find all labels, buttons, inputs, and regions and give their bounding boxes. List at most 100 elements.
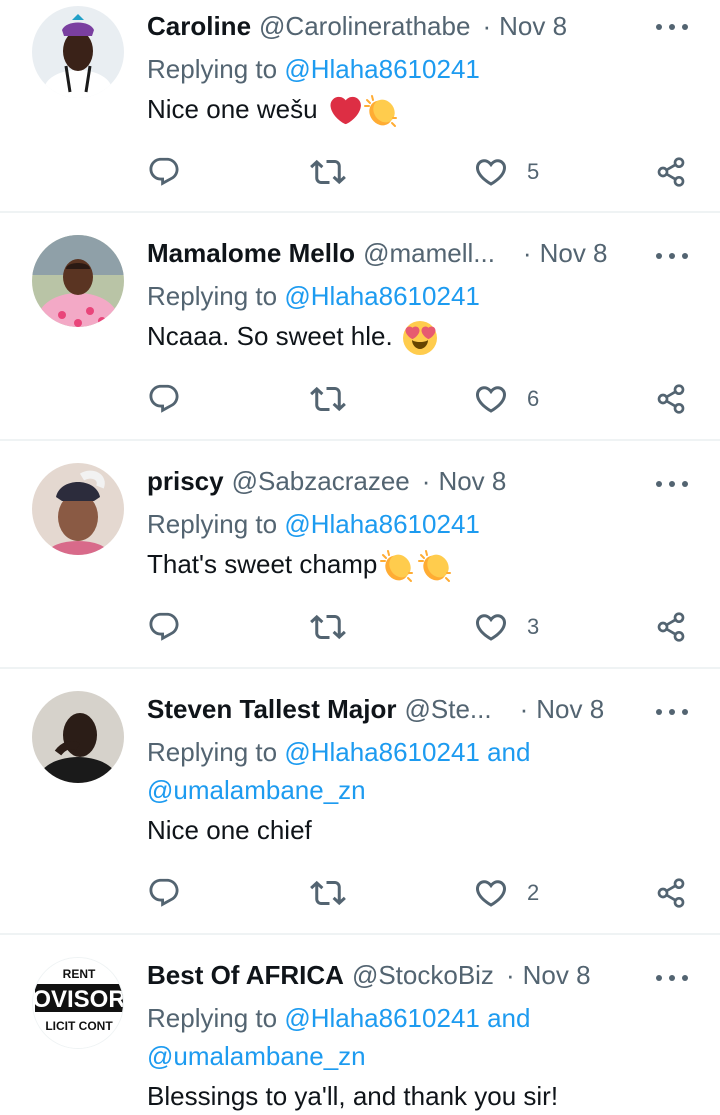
like-icon	[473, 609, 509, 645]
avatar[interactable]	[32, 6, 124, 98]
reply-icon	[147, 155, 181, 189]
mention-link[interactable]: @Hlaha8610241	[284, 509, 480, 539]
author-handle[interactable]: @Sabzacrazee	[232, 466, 410, 497]
clapping-hands-emoji	[379, 548, 415, 584]
share-button[interactable]	[655, 607, 687, 647]
retweet-icon	[310, 154, 346, 190]
separator-dot: ·	[482, 10, 492, 41]
tweet-date[interactable]: Nov 8	[536, 694, 604, 725]
tweet[interactable]: Mamalome Mello @mamell... · Nov 8 Replyi…	[0, 213, 720, 441]
author-name[interactable]: Mamalome Mello	[147, 238, 355, 269]
tweet-text-body: Ncaaa. So sweet hle.	[147, 321, 393, 351]
mention-link[interactable]: @umalambane_zn	[147, 1041, 366, 1071]
mention-link[interactable]: @Hlaha8610241	[284, 281, 480, 311]
author-handle[interactable]: @mamell...	[363, 238, 495, 269]
mention-link[interactable]: @Hlaha8610241	[284, 1003, 480, 1033]
author-handle[interactable]: @Carolinerathabe	[259, 11, 470, 42]
mention-link[interactable]: @Hlaha8610241	[284, 54, 480, 84]
like-button[interactable]: 3	[473, 607, 539, 647]
author-name[interactable]: Caroline	[147, 11, 251, 42]
mention-link[interactable]: @umalambane_zn	[147, 775, 366, 805]
tweet[interactable]: RENT OVISOR LICIT CONT Best Of AFRICA @S…	[0, 935, 720, 1114]
reply-icon	[147, 610, 181, 644]
replying-to: Replying to @Hlaha8610241 and @umalamban…	[147, 733, 720, 809]
reply-icon	[147, 382, 181, 416]
mention-link[interactable]: @Hlaha8610241	[284, 737, 480, 767]
tweet-date[interactable]: Nov 8	[540, 238, 608, 269]
retweet-button[interactable]	[310, 379, 346, 419]
share-icon	[655, 383, 687, 415]
replying-to-label: Replying to	[147, 737, 278, 767]
avatar[interactable]	[32, 463, 124, 555]
mention-join: and	[487, 737, 531, 767]
retweet-button[interactable]	[310, 607, 346, 647]
author-name[interactable]: Steven Tallest Major	[147, 694, 397, 725]
tweet[interactable]: Caroline @Carolinerathabe · Nov 8 Replyi…	[0, 0, 720, 213]
clapping-hands-emoji	[417, 548, 453, 584]
replying-to: Replying to @Hlaha8610241	[147, 50, 720, 88]
replying-to: Replying to @Hlaha8610241 and @umalamban…	[147, 999, 720, 1075]
avatar[interactable]	[32, 691, 124, 783]
retweet-button[interactable]	[310, 873, 346, 913]
replying-to-label: Replying to	[147, 509, 278, 539]
tweet-date[interactable]: Nov 8	[523, 960, 591, 991]
share-button[interactable]	[655, 379, 687, 419]
replying-to-label: Replying to	[147, 54, 278, 84]
heart-eyes-emoji	[402, 320, 438, 356]
like-count: 6	[527, 386, 540, 411]
replying-to: Replying to @Hlaha8610241	[147, 277, 720, 315]
replying-to-label: Replying to	[147, 281, 278, 311]
tweet-text-body: Nice one wešu	[147, 94, 318, 124]
replying-to-label: Replying to	[147, 1003, 278, 1033]
like-icon	[473, 875, 509, 911]
retweet-button[interactable]	[310, 152, 346, 192]
tweet-text: Nice one wešu	[147, 90, 720, 129]
logo-text-line-3: LICIT CONT	[45, 1019, 113, 1033]
retweet-icon	[310, 609, 346, 645]
logo-text-line-1: RENT	[63, 967, 96, 981]
replying-to: Replying to @Hlaha8610241	[147, 505, 720, 543]
share-icon	[655, 611, 687, 643]
share-icon	[655, 156, 687, 188]
separator-dot: ·	[519, 693, 529, 724]
separator-dot: ·	[522, 237, 532, 268]
author-handle[interactable]: @StockoBiz	[352, 960, 494, 991]
tweet[interactable]: Steven Tallest Major @Ste... · Nov 8 Rep…	[0, 669, 720, 935]
reply-icon	[147, 876, 181, 910]
reply-button[interactable]	[147, 873, 181, 913]
red-heart-emoji	[327, 94, 361, 128]
tweet-date[interactable]: Nov 8	[438, 466, 506, 497]
tweet[interactable]: priscy @Sabzacrazee · Nov 8 Replying to …	[0, 441, 720, 669]
tweet-text: That's sweet champ	[147, 545, 720, 584]
like-icon	[473, 154, 509, 190]
avatar[interactable]	[32, 235, 124, 327]
tweet-text: Ncaaa. So sweet hle.	[147, 317, 720, 356]
tweet-text: Nice one chief	[147, 811, 720, 849]
like-icon	[473, 381, 509, 417]
like-button[interactable]: 2	[473, 873, 539, 913]
like-button[interactable]: 5	[473, 152, 539, 192]
reply-button[interactable]	[147, 379, 181, 419]
parental-advisory-logo: RENT OVISOR LICIT CONT	[33, 958, 124, 1048]
tweet-text-body: Nice one chief	[147, 815, 312, 845]
tweet-text: Blessings to ya'll, and thank you sir!	[147, 1077, 720, 1115]
mention-join: and	[487, 1003, 531, 1033]
reply-button[interactable]	[147, 607, 181, 647]
tweet-text-body: That's sweet champ	[147, 549, 378, 579]
retweet-icon	[310, 381, 346, 417]
share-button[interactable]	[655, 873, 687, 913]
share-button[interactable]	[655, 152, 687, 192]
like-count: 2	[527, 880, 540, 905]
clapping-hands-emoji	[363, 93, 399, 129]
separator-dot: ·	[505, 959, 515, 990]
logo-text-line-2: OVISOR	[33, 986, 124, 1013]
author-name[interactable]: Best Of AFRICA	[147, 960, 344, 991]
retweet-icon	[310, 875, 346, 911]
like-count: 5	[527, 159, 540, 184]
author-handle[interactable]: @Ste...	[405, 694, 492, 725]
tweet-date[interactable]: Nov 8	[499, 11, 567, 42]
reply-button[interactable]	[147, 152, 181, 192]
author-name[interactable]: priscy	[147, 466, 224, 497]
avatar[interactable]: RENT OVISOR LICIT CONT	[32, 957, 124, 1049]
like-button[interactable]: 6	[473, 379, 539, 419]
